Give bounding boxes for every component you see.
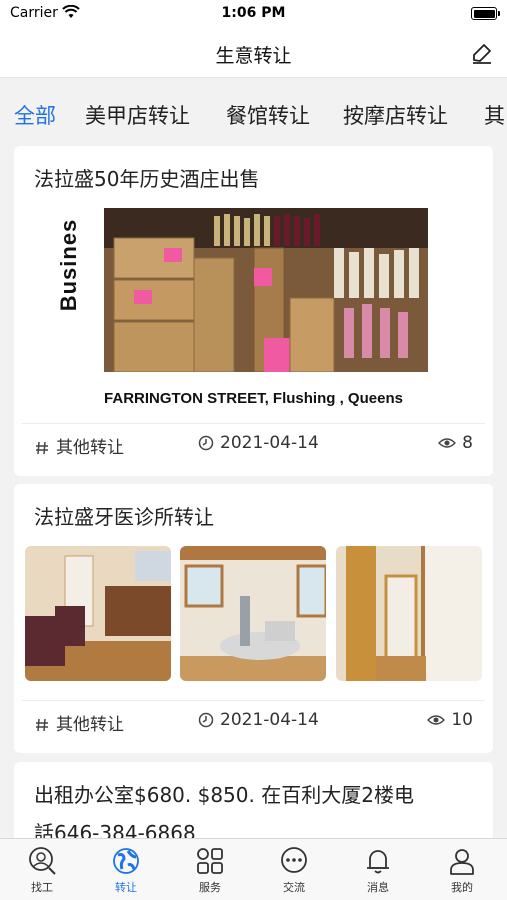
post-image[interactable] — [180, 546, 326, 681]
post-image[interactable] — [336, 546, 482, 681]
page-title: 生意转让 — [215, 45, 292, 67]
post-date: 2021-04-14 — [198, 710, 319, 730]
post-title: 法拉盛50年历史酒庄出售 — [34, 167, 260, 191]
tab-other[interactable]: 其 — [484, 100, 505, 130]
user-icon — [450, 849, 474, 875]
post-card[interactable]: 法拉盛牙医诊所转让 其他转让 2021-04-14 10 — [14, 484, 493, 753]
tab-community[interactable]: 交流 — [252, 845, 336, 895]
post-card[interactable]: 出租办公室$680. $850. 在百利大厦2楼电 話646-384-6868 — [14, 762, 493, 842]
divider — [22, 423, 485, 424]
hashtag-icon — [36, 718, 48, 732]
grid-icon — [197, 848, 223, 874]
tab-profile[interactable]: 我的 — [420, 845, 504, 895]
tab-services[interactable]: 服务 — [168, 845, 252, 895]
clock: 1:06 PM — [221, 5, 286, 21]
image-caption: FARRINGTON STREET, Flushing , Queens — [104, 390, 403, 406]
tab-nail-salon[interactable]: 美甲店转让 — [85, 100, 190, 130]
eye-icon — [438, 438, 457, 448]
tab-restaurant[interactable]: 餐馆转让 — [226, 100, 310, 130]
post-image[interactable] — [104, 208, 428, 372]
globe-icon — [113, 848, 139, 874]
chat-icon — [281, 847, 307, 873]
post-views: 10 — [427, 710, 473, 730]
post-title: 法拉盛牙医诊所转让 — [34, 505, 214, 529]
post-meta: 其他转让 2021-04-14 10 — [14, 700, 493, 740]
tab-messages[interactable]: 消息 — [336, 845, 420, 895]
post-views: 8 — [438, 433, 473, 453]
category-tabs: 全部 美甲店转让 餐馆转让 按摩店转让 其 — [0, 80, 507, 144]
banner-side-text: Busines — [56, 218, 81, 312]
clock-icon — [198, 435, 214, 451]
post-image[interactable] — [25, 546, 171, 681]
nav-bar: 生意转让 — [0, 28, 507, 78]
bell-icon — [367, 850, 389, 874]
post-date: 2021-04-14 — [198, 433, 319, 453]
tab-find-job[interactable]: 找工 — [0, 845, 84, 895]
post-title: 出租办公室$680. $850. 在百利大厦2楼电 — [34, 783, 414, 807]
status-bar: Carrier 1:06 PM — [0, 0, 507, 28]
search-person-icon — [29, 847, 56, 875]
eye-icon — [427, 715, 446, 725]
tab-massage[interactable]: 按摩店转让 — [343, 100, 448, 130]
divider — [22, 700, 485, 701]
clock-icon — [198, 712, 214, 728]
post-card[interactable]: 法拉盛50年历史酒庄出售 Busines FARRINGTON STREET, … — [14, 146, 493, 476]
tab-all[interactable]: 全部 — [14, 100, 56, 130]
bottom-tab-bar: 找工 转让 服务 交流 消息 我的 — [0, 838, 507, 900]
edit-icon[interactable] — [469, 40, 495, 66]
post-category: 其他转让 — [34, 710, 124, 735]
battery-icon — [471, 7, 500, 20]
post-category: 其他转让 — [34, 433, 124, 458]
hashtag-icon — [36, 441, 48, 455]
post-meta: 其他转让 2021-04-14 8 — [14, 423, 493, 463]
tab-transfer[interactable]: 转让 — [84, 845, 168, 895]
